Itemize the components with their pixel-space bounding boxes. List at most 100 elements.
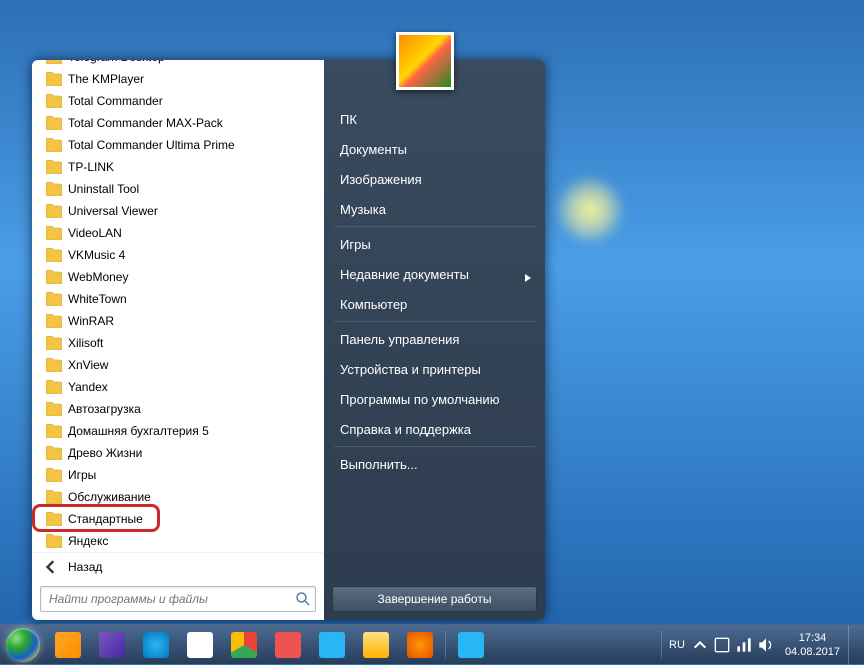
- program-label: Total Commander MAX-Pack: [68, 116, 223, 130]
- program-folder-item[interactable]: WhiteTown: [38, 288, 322, 310]
- taskbar-app-wmp[interactable]: [47, 629, 89, 661]
- yandex-icon: [187, 632, 213, 658]
- programs-list[interactable]: Telegram DesktopThe KMPlayerTotal Comman…: [32, 60, 324, 552]
- start-menu-right-pane: ПК Документы Изображения Музыка Игры Нед…: [324, 60, 545, 620]
- clock[interactable]: 17:34 04.08.2017: [777, 631, 848, 659]
- program-label: WinRAR: [68, 314, 114, 328]
- search-row: [32, 580, 324, 620]
- program-folder-item[interactable]: TP-LINK: [38, 156, 322, 178]
- tray-chevron-up-icon[interactable]: [692, 637, 708, 653]
- firefox-icon: [407, 632, 433, 658]
- program-label: Древо Жизни: [68, 446, 142, 460]
- program-folder-item[interactable]: Uninstall Tool: [38, 178, 322, 200]
- program-label: Universal Viewer: [68, 204, 158, 218]
- folder-icon: [46, 182, 62, 196]
- link-devices[interactable]: Устройства и принтеры: [324, 354, 545, 384]
- link-computer[interactable]: Компьютер: [324, 289, 545, 319]
- link-help[interactable]: Справка и поддержка: [324, 414, 545, 444]
- back-arrow-icon: [44, 560, 58, 574]
- taskbar: RU 17:34 04.08.2017: [0, 624, 864, 664]
- folder-icon: [46, 160, 62, 174]
- program-folder-item[interactable]: XnView: [38, 354, 322, 376]
- shutdown-button[interactable]: Завершение работы: [332, 586, 537, 612]
- taskbar-app-player-purple[interactable]: [91, 629, 133, 661]
- program-folder-item[interactable]: Total Commander Ultima Prime: [38, 134, 322, 156]
- program-label: Автозагрузка: [68, 402, 141, 416]
- explorer-icon: [363, 632, 389, 658]
- language-indicator[interactable]: RU: [665, 639, 689, 651]
- taskbar-app-maxthon[interactable]: [311, 629, 353, 661]
- program-folder-item[interactable]: VideoLAN: [38, 222, 322, 244]
- maxthon-icon: [319, 632, 345, 658]
- link-run[interactable]: Выполнить...: [324, 449, 545, 479]
- taskbar-app-telegram[interactable]: [450, 629, 492, 661]
- link-documents[interactable]: Документы: [324, 134, 545, 164]
- link-default-programs[interactable]: Программы по умолчанию: [324, 384, 545, 414]
- link-pictures[interactable]: Изображения: [324, 164, 545, 194]
- chevron-right-icon: [525, 270, 531, 278]
- program-folder-item[interactable]: WebMoney: [38, 266, 322, 288]
- chrome-icon: [231, 632, 257, 658]
- program-folder-item[interactable]: Universal Viewer: [38, 200, 322, 222]
- folder-icon: [46, 402, 62, 416]
- program-folder-item[interactable]: Telegram Desktop: [38, 60, 322, 68]
- link-music[interactable]: Музыка: [324, 194, 545, 224]
- program-folder-item[interactable]: Стандартные: [38, 508, 322, 530]
- program-folder-item[interactable]: Яндекс: [38, 530, 322, 552]
- folder-icon: [46, 380, 62, 394]
- windows-orb-icon: [6, 628, 40, 662]
- network-icon[interactable]: [736, 637, 752, 653]
- folder-icon: [46, 512, 62, 526]
- folder-icon: [46, 60, 62, 64]
- program-folder-item[interactable]: Автозагрузка: [38, 398, 322, 420]
- program-folder-item[interactable]: Total Commander: [38, 90, 322, 112]
- program-folder-item[interactable]: Обслуживание: [38, 486, 322, 508]
- telegram-icon: [458, 632, 484, 658]
- show-desktop-button[interactable]: [848, 625, 858, 665]
- ie-icon: [143, 632, 169, 658]
- program-label: Telegram Desktop: [68, 60, 165, 64]
- link-user[interactable]: ПК: [324, 104, 545, 134]
- folder-icon: [46, 336, 62, 350]
- start-button[interactable]: [0, 625, 46, 665]
- link-games[interactable]: Игры: [324, 229, 545, 259]
- program-label: Игры: [68, 468, 96, 482]
- back-button[interactable]: Назад: [32, 552, 324, 580]
- program-label: VKMusic 4: [68, 248, 125, 262]
- program-folder-item[interactable]: Древо Жизни: [38, 442, 322, 464]
- program-folder-item[interactable]: Total Commander MAX-Pack: [38, 112, 322, 134]
- link-control-panel[interactable]: Панель управления: [324, 324, 545, 354]
- program-label: Xilisoft: [68, 336, 103, 350]
- folder-icon: [46, 424, 62, 438]
- program-folder-item[interactable]: Yandex: [38, 376, 322, 398]
- program-label: Яндекс: [68, 534, 108, 548]
- program-folder-item[interactable]: Xilisoft: [38, 332, 322, 354]
- program-folder-item[interactable]: WinRAR: [38, 310, 322, 332]
- folder-icon: [46, 446, 62, 460]
- search-input[interactable]: [45, 592, 295, 606]
- taskbar-app-explorer[interactable]: [355, 629, 397, 661]
- taskbar-app-yandex[interactable]: [179, 629, 221, 661]
- program-folder-item[interactable]: Игры: [38, 464, 322, 486]
- folder-icon: [46, 292, 62, 306]
- right-links: ПК Документы Изображения Музыка Игры Нед…: [324, 98, 545, 485]
- folder-icon: [46, 270, 62, 284]
- link-recent[interactable]: Недавние документы: [324, 259, 545, 289]
- taskbar-app-ie[interactable]: [135, 629, 177, 661]
- program-label: Yandex: [68, 380, 108, 394]
- program-folder-item[interactable]: Домашняя бухгалтерия 5: [38, 420, 322, 442]
- user-picture[interactable]: [396, 32, 454, 90]
- program-label: WebMoney: [68, 270, 128, 284]
- volume-icon[interactable]: [758, 637, 774, 653]
- folder-icon: [46, 138, 62, 152]
- taskbar-app-chrome[interactable]: [223, 629, 265, 661]
- taskbar-app-vivaldi[interactable]: [267, 629, 309, 661]
- action-center-icon[interactable]: [714, 637, 730, 653]
- program-folder-item[interactable]: VKMusic 4: [38, 244, 322, 266]
- player-purple-icon: [99, 632, 125, 658]
- taskbar-app-firefox[interactable]: [399, 629, 441, 661]
- program-folder-item[interactable]: The KMPlayer: [38, 68, 322, 90]
- search-box[interactable]: [40, 586, 316, 612]
- program-label: Домашняя бухгалтерия 5: [68, 424, 209, 438]
- back-label: Назад: [68, 560, 102, 574]
